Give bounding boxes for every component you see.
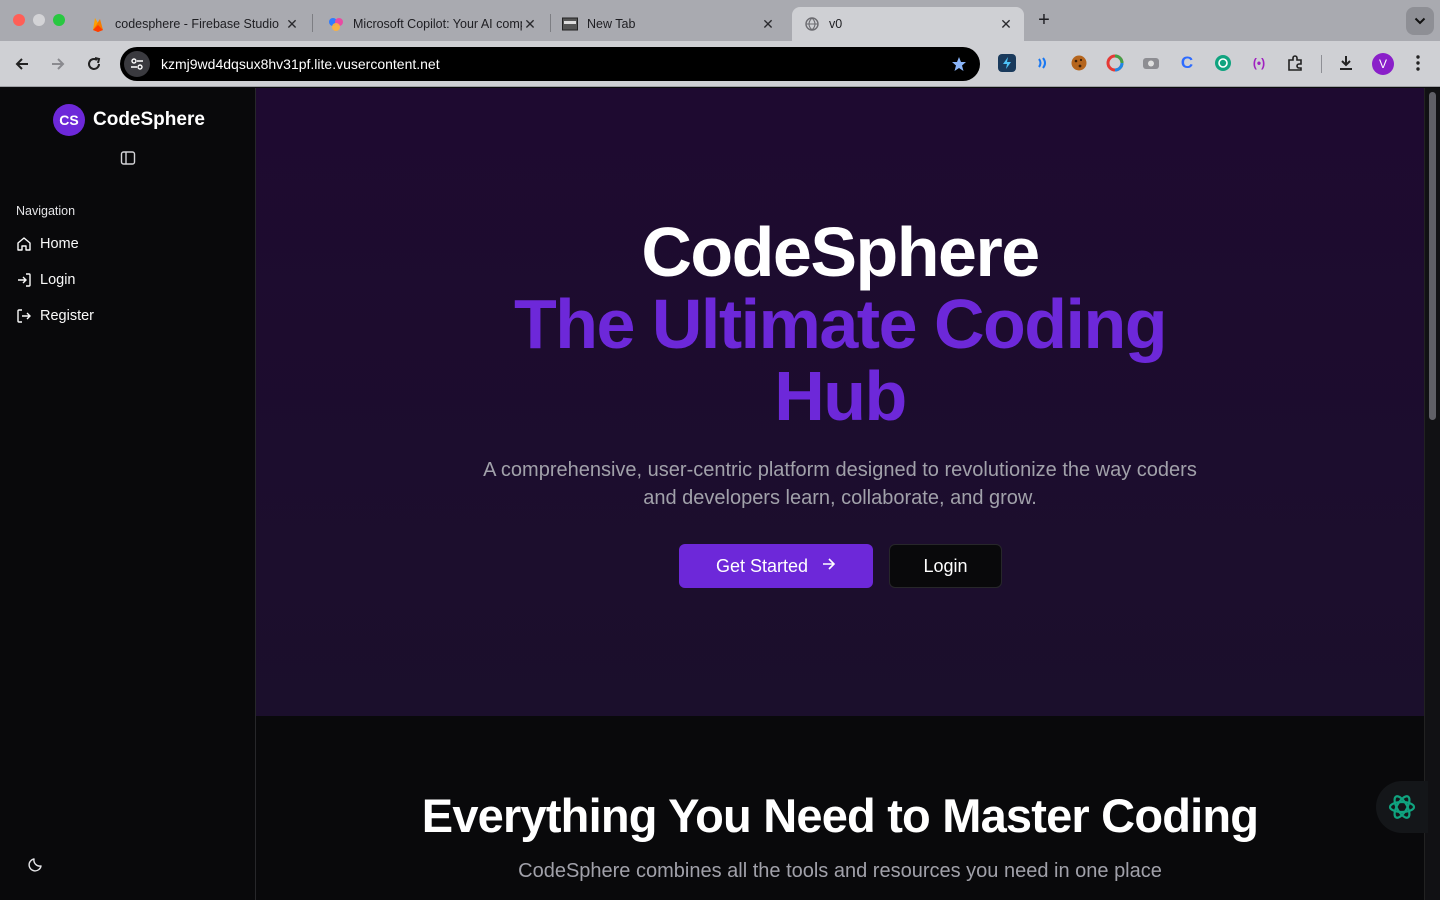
get-started-button[interactable]: Get Started: [679, 544, 873, 588]
extension-c-icon[interactable]: C: [1177, 53, 1197, 73]
log-in-icon: [16, 272, 32, 288]
browser-toolbar: kzmj9wd4dqsux8hv31pf.lite.vusercontent.n…: [0, 41, 1440, 87]
tab-title: v0: [829, 17, 843, 31]
browser-tab-copilot[interactable]: Microsoft Copilot: Your AI companion ✕: [316, 7, 548, 41]
moon-icon: [28, 858, 42, 872]
log-out-icon: [16, 308, 32, 324]
brand-logo: CS: [53, 104, 85, 136]
tab-title: Microsoft Copilot: Your AI companion: [353, 17, 522, 31]
arrow-left-icon: [15, 58, 28, 70]
brand-name: CodeSphere: [93, 109, 205, 130]
sidebar-item-label: Login: [40, 272, 76, 288]
close-icon[interactable]: ✕: [760, 16, 776, 32]
arrow-right-icon: [822, 557, 836, 575]
close-icon[interactable]: ✕: [998, 16, 1014, 32]
home-icon: [16, 236, 32, 252]
extension-wave-icon[interactable]: [1033, 53, 1053, 73]
chevron-down-icon: [1414, 12, 1426, 30]
sidebar: CS CodeSphere Navigation Home Login Regi…: [0, 88, 256, 900]
close-icon[interactable]: ✕: [522, 16, 538, 32]
tab-divider: [312, 14, 313, 32]
download-icon[interactable]: [1336, 53, 1356, 73]
firebase-icon: [90, 16, 106, 32]
extension-cookie-icon[interactable]: [1069, 53, 1089, 73]
site-info-icon[interactable]: [124, 51, 150, 77]
browser-tab-v0[interactable]: v0 ✕: [792, 7, 1024, 41]
back-button[interactable]: [10, 52, 34, 76]
browser-tab-bar: codesphere - Firebase Studio ✕ Microsoft…: [0, 0, 1440, 41]
window-maximize-button[interactable]: [53, 14, 65, 26]
new-tab-button[interactable]: +: [1034, 10, 1054, 30]
features-title: Everything You Need to Master Coding: [421, 789, 1259, 842]
openai-icon: [1388, 795, 1416, 819]
sidebar-item-label: Register: [40, 308, 94, 324]
floating-assistant-button[interactable]: [1376, 781, 1428, 833]
bookmark-star-icon[interactable]: [944, 56, 974, 72]
get-started-label: Get Started: [715, 555, 809, 576]
hero-description: A comprehensive, user-centric platform d…: [483, 459, 1197, 509]
brand[interactable]: CS CodeSphere: [53, 104, 205, 136]
globe-icon: [804, 16, 820, 32]
panel-left-icon: [120, 151, 136, 165]
hero-section: CodeSphere The Ultimate Coding Hub A com…: [256, 88, 1424, 716]
forward-button[interactable]: [46, 52, 70, 76]
sidebar-item-register[interactable]: Register: [8, 300, 246, 332]
tab-title: New Tab: [587, 17, 636, 31]
address-bar[interactable]: kzmj9wd4dqsux8hv31pf.lite.vusercontent.n…: [120, 47, 980, 81]
browser-tab-new-tab[interactable]: New Tab ✕: [550, 7, 786, 41]
reload-icon: [88, 57, 101, 70]
copilot-icon: [328, 16, 344, 32]
arrow-right-icon: [52, 58, 65, 70]
theme-toggle-button[interactable]: [26, 854, 46, 874]
reload-button[interactable]: [82, 52, 106, 76]
sidebar-group-label: Navigation: [16, 204, 76, 218]
sidebar-item-home[interactable]: Home: [8, 228, 246, 260]
profile-avatar[interactable]: V: [1372, 53, 1394, 75]
extension-brackets-icon[interactable]: (•): [1249, 53, 1269, 73]
new-tab-icon: [562, 16, 578, 32]
toolbar-divider: [1321, 55, 1322, 73]
tab-title: codesphere - Firebase Studio: [115, 17, 279, 31]
page-scrollbar[interactable]: [1424, 88, 1440, 900]
hero-title: CodeSphere: [641, 213, 1040, 291]
window-close-button[interactable]: [13, 14, 25, 26]
extension-color-ring-icon[interactable]: [1105, 53, 1125, 73]
sidebar-toggle-button[interactable]: [119, 149, 137, 167]
features-subtitle: CodeSphere combines all the tools and re…: [518, 860, 1162, 882]
window-minimize-button[interactable]: [33, 14, 45, 26]
extension-bolt-icon[interactable]: [997, 53, 1017, 73]
scrollbar-thumb[interactable]: [1429, 92, 1436, 420]
tab-search-button[interactable]: [1406, 7, 1434, 35]
extensions-puzzle-icon[interactable]: [1285, 53, 1305, 73]
browser-menu-icon[interactable]: [1408, 53, 1428, 73]
login-button[interactable]: Login: [889, 544, 1002, 588]
main-content: CodeSphere The Ultimate Coding Hub A com…: [256, 88, 1424, 900]
hero-subtitle: The Ultimate Coding Hub: [513, 285, 1168, 435]
sidebar-item-login[interactable]: Login: [8, 264, 246, 296]
extension-openai-icon[interactable]: [1213, 53, 1233, 73]
extension-camera-icon[interactable]: [1141, 53, 1161, 73]
close-icon[interactable]: ✕: [284, 16, 300, 32]
login-label: Login: [923, 555, 968, 576]
browser-tab-firebase[interactable]: codesphere - Firebase Studio ✕: [78, 7, 310, 41]
url-text[interactable]: kzmj9wd4dqsux8hv31pf.lite.vusercontent.n…: [161, 56, 944, 72]
sidebar-item-label: Home: [40, 236, 79, 252]
